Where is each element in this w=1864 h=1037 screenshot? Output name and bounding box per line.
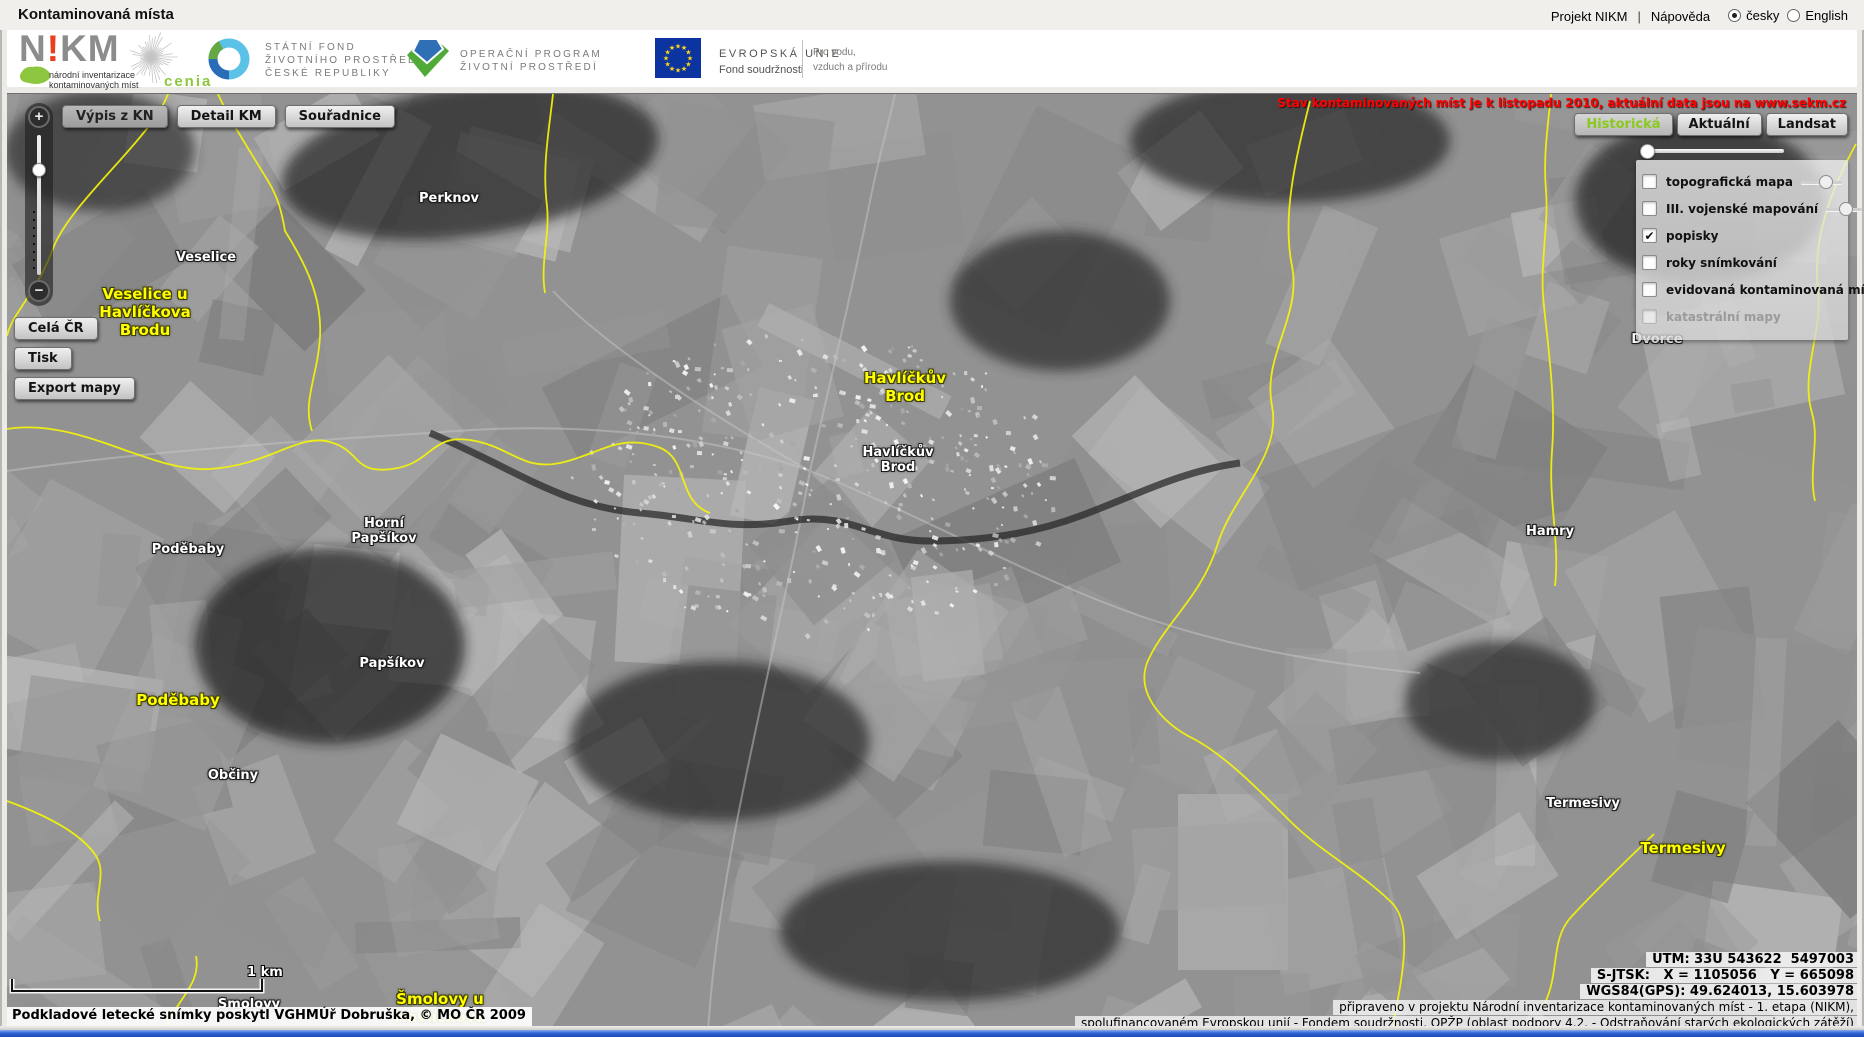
project-attribution-line1: připraveno v projektu Národní inventariz… bbox=[1333, 1000, 1860, 1015]
language-option-esky[interactable]: česky bbox=[1728, 8, 1779, 23]
layer-slider-thumb[interactable] bbox=[1819, 174, 1834, 189]
toolbar-button-detail-km[interactable]: Detail KM bbox=[176, 105, 276, 128]
layer-opacity-slider-topografick-mapa bbox=[1800, 174, 1842, 189]
header-links: Projekt NIKM | Nápověda česky English bbox=[1551, 8, 1848, 25]
sjtsk-coordinates: S-JTSK: X = 1105056 Y = 665098 bbox=[1590, 968, 1860, 983]
button-export-mapy[interactable]: Export mapy bbox=[14, 377, 135, 400]
svg-text:★: ★ bbox=[675, 67, 681, 75]
layer-label: katastrální mapy bbox=[1666, 309, 1781, 324]
tab-landsat[interactable]: Landsat bbox=[1765, 113, 1848, 136]
taskbar[interactable] bbox=[0, 1030, 1864, 1037]
coordinate-readout: UTM: 33U 543622 5497003 S-JTSK: X = 1105… bbox=[1075, 952, 1860, 1031]
tab-historick[interactable]: Historická bbox=[1574, 113, 1673, 136]
checkbox-evidovan-kontaminovan-m-sta[interactable] bbox=[1642, 282, 1657, 297]
button-tisk[interactable]: Tisk bbox=[14, 347, 72, 370]
map-action-buttons: Celá ČR Tisk Export mapy bbox=[14, 317, 135, 407]
nikm-exclaim: ! bbox=[46, 28, 61, 69]
language-switch: česky English bbox=[1720, 8, 1848, 25]
zoom-slider-track[interactable] bbox=[37, 135, 41, 275]
imagery-attribution: Podkladové letecké snímky poskytl VGHMÚř… bbox=[7, 1007, 532, 1026]
layer-row-katastr-ln-mapy: katastrální mapy bbox=[1642, 303, 1848, 330]
language-option-english[interactable]: English bbox=[1787, 8, 1848, 23]
sfzp-logo-icon bbox=[208, 38, 250, 80]
zoom-slider-thumb[interactable] bbox=[32, 163, 46, 177]
layer-row-roky-sn-mkov-n: roky snímkování bbox=[1642, 249, 1848, 276]
basemap-tabs: Historická Aktuální Landsat bbox=[1574, 113, 1848, 136]
checkbox-katastr-ln-mapy bbox=[1642, 309, 1657, 324]
status-notice: Stav kontaminovaných míst je k listopadu… bbox=[1277, 96, 1846, 110]
logo-divider bbox=[802, 40, 803, 78]
layer-row-popisky: ✔ popisky bbox=[1642, 222, 1848, 249]
ministry-motto: Pro vodu, vzduch a přírodu bbox=[813, 47, 888, 73]
logo-bar: N!KM národní inventarizace kontaminovaný… bbox=[7, 28, 1857, 90]
tab-aktu-ln[interactable]: Aktuální bbox=[1676, 113, 1762, 136]
layer-label: topografická mapa bbox=[1666, 174, 1793, 189]
checkbox-roky-sn-mkov-n[interactable] bbox=[1642, 255, 1657, 270]
layer-panel: topografická mapa III. vojenské mapování ✔… bbox=[1636, 160, 1864, 340]
title-bar: Kontaminovaná místa Projekt NIKM | Nápov… bbox=[0, 0, 1864, 30]
link-napoveda[interactable]: Nápověda bbox=[1651, 9, 1710, 24]
layer-row-iii-vojensk-mapov-n: III. vojenské mapování bbox=[1642, 195, 1863, 222]
map-viewport[interactable]: Perknov Veselice Veselice u Havlíčkova Brodu… bbox=[7, 93, 1857, 1030]
zoom-control: + − bbox=[25, 103, 53, 306]
layer-label: popisky bbox=[1666, 228, 1719, 243]
radio-esky[interactable] bbox=[1728, 9, 1742, 22]
svg-text:★: ★ bbox=[669, 44, 675, 52]
opzp-logo-text: OPERAČNÍ PROGRAM ŽIVOTNÍ PROSTŘEDÍ bbox=[460, 49, 602, 73]
checkbox-iii-vojensk-mapov-n[interactable] bbox=[1642, 201, 1657, 216]
map-toolbar: Výpis z KN Detail KM Souřadnice bbox=[62, 105, 395, 128]
radio-english[interactable] bbox=[1787, 9, 1801, 22]
layer-row-evidovan-kontaminovan-m-sta: evidovaná kontaminovaná místa bbox=[1642, 276, 1864, 303]
svg-text:★: ★ bbox=[681, 65, 687, 73]
layer-label: evidovaná kontaminovaná místa bbox=[1666, 282, 1864, 297]
page-title: Kontaminovaná místa bbox=[18, 6, 174, 23]
nikm-logo: N!KM bbox=[19, 28, 120, 69]
opzp-logo-icon bbox=[407, 38, 449, 77]
opacity-slider-track[interactable] bbox=[1640, 149, 1784, 153]
checkbox-popisky[interactable]: ✔ bbox=[1642, 228, 1657, 243]
layer-slider-thumb[interactable] bbox=[1838, 201, 1853, 216]
layer-opacity-slider-iii-vojensk-mapov-n bbox=[1826, 201, 1863, 216]
button-cel-r[interactable]: Celá ČR bbox=[14, 317, 98, 340]
layer-label: roky snímkování bbox=[1666, 255, 1777, 270]
toolbar-button-v-pis-z-kn[interactable]: Výpis z KN bbox=[62, 105, 168, 128]
utm-coordinates: UTM: 33U 543622 5497003 bbox=[1646, 952, 1860, 967]
zoom-out-button[interactable]: − bbox=[28, 280, 50, 302]
toolbar-button-sou-adnice[interactable]: Souřadnice bbox=[284, 105, 395, 128]
layer-label: III. vojenské mapování bbox=[1666, 201, 1819, 216]
link-projekt-nikm[interactable]: Projekt NIKM bbox=[1551, 9, 1628, 24]
language-label: English bbox=[1805, 8, 1848, 23]
layer-row-topografick-mapa: topografická mapa bbox=[1642, 168, 1848, 195]
checkbox-topografick-mapa[interactable] bbox=[1642, 174, 1657, 189]
aerial-photo-layer bbox=[7, 94, 1857, 1030]
opacity-slider-thumb[interactable] bbox=[1640, 144, 1655, 159]
zoom-in-button[interactable]: + bbox=[28, 106, 50, 128]
language-label: česky bbox=[1746, 8, 1780, 23]
eu-flag-icon: ★ ★★★★★★★★★★★ bbox=[655, 38, 701, 78]
scale-bar-label: 1 km bbox=[247, 965, 283, 980]
wgs84-coordinates: WGS84(GPS): 49.624013, 15.603978 bbox=[1580, 984, 1860, 999]
link-separator: | bbox=[1637, 9, 1641, 24]
opacity-slider bbox=[1640, 144, 1784, 159]
